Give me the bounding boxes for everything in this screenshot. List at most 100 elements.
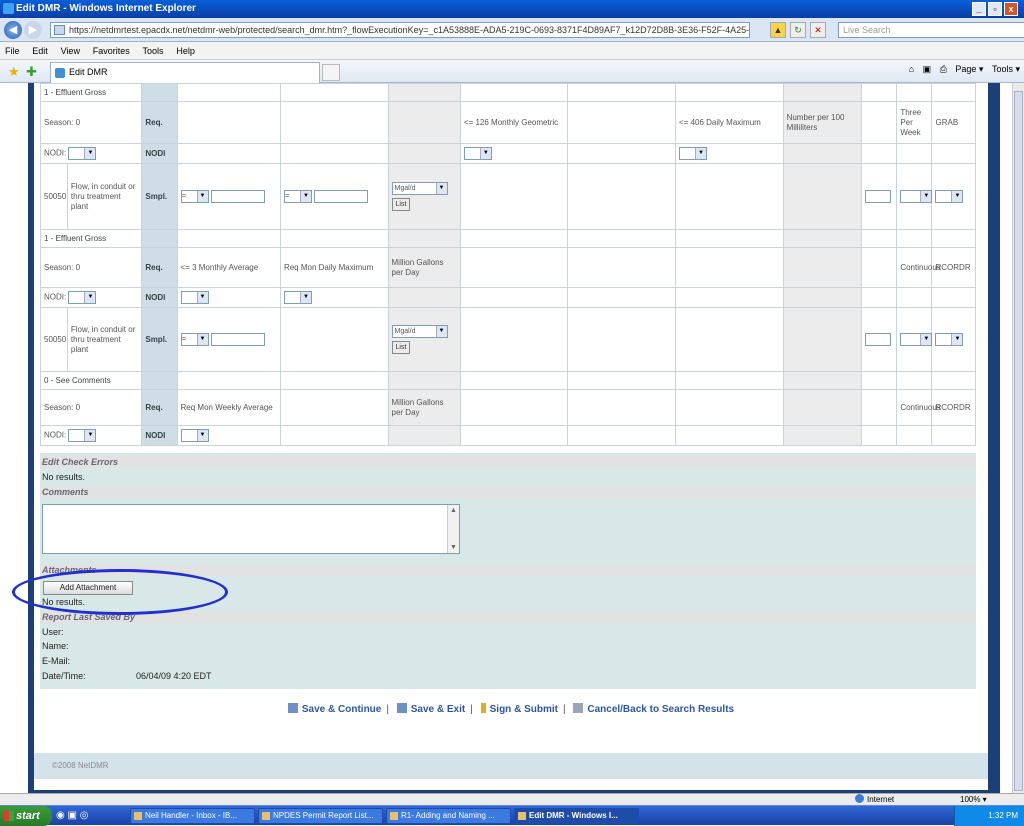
edit-check-errors-heading: Edit Check Errors bbox=[40, 456, 976, 468]
units-label: Number per 100 Milliliters bbox=[782, 101, 863, 144]
save-exit-link[interactable]: Save & Exit bbox=[411, 704, 465, 715]
nodi-req-label: NODI bbox=[141, 143, 178, 164]
menu-help[interactable]: Help bbox=[171, 42, 200, 60]
frequency-select[interactable]: ▼ bbox=[900, 190, 933, 203]
page-menu[interactable]: Page ▾ bbox=[955, 64, 983, 74]
sample-type-select[interactable]: ▼ bbox=[935, 333, 964, 346]
menu-edit[interactable]: Edit bbox=[27, 42, 53, 60]
home-icon[interactable]: ⌂ bbox=[909, 64, 914, 74]
table-row: NODI: ▼ NODI ▼ bbox=[39, 425, 976, 446]
tools-menu[interactable]: Tools ▾ bbox=[992, 64, 1020, 74]
nodi-req-label: NODI bbox=[141, 287, 178, 308]
favorites-bar: ★ ✚ Edit DMR ⌂ ▣ ⎙ Page ▾ Tools ▾ bbox=[0, 60, 1024, 83]
nodi-req-label: NODI bbox=[141, 425, 178, 446]
sample-type-label: RCORDR bbox=[931, 247, 976, 288]
req-label: Req. bbox=[141, 247, 178, 288]
task-r1[interactable]: R1- Adding and Naming ... bbox=[386, 808, 511, 824]
chevron-down-icon: ▼ bbox=[695, 148, 707, 159]
task-edit-dmr[interactable]: Edit DMR - Windows I... bbox=[514, 808, 639, 824]
value-input[interactable] bbox=[210, 190, 265, 203]
add-favorites-icon[interactable]: ✚ bbox=[26, 64, 37, 80]
page-scrollbar[interactable] bbox=[1012, 83, 1024, 793]
nodi-select[interactable]: ▼ bbox=[68, 429, 97, 442]
internet-zone: Internet bbox=[855, 794, 894, 805]
chevron-down-icon: ▼ bbox=[951, 191, 963, 202]
chevron-down-icon: ▼ bbox=[435, 183, 447, 194]
windows-flag-icon bbox=[4, 811, 14, 821]
list-button[interactable]: List bbox=[391, 341, 411, 354]
qualifier-select[interactable]: = ▼ bbox=[180, 333, 209, 346]
nodi-label: NODI: bbox=[44, 430, 67, 440]
limit-value: Req Mon Daily Maximum bbox=[279, 247, 389, 288]
print-icon[interactable]: ⎙ bbox=[940, 64, 947, 74]
exceedance-input[interactable] bbox=[865, 190, 892, 203]
taskbar: start ◉ ▣ ◎ Neil Handler - Inbox - IB...… bbox=[0, 805, 1024, 826]
favorites-star-icon[interactable]: ★ bbox=[8, 64, 20, 80]
frequency-select[interactable]: ▼ bbox=[900, 333, 933, 346]
unit-select[interactable]: Mgal/d ▼ bbox=[391, 325, 448, 338]
nodi-select[interactable]: ▼ bbox=[68, 291, 97, 304]
table-row: NODI: ▼ NODI ▼ ▼ bbox=[39, 143, 976, 164]
season-label: Season: 0 bbox=[39, 101, 143, 144]
close-button[interactable]: x bbox=[1004, 2, 1018, 16]
parameter-code: 50050 bbox=[40, 163, 68, 230]
zoom-level[interactable]: 100% ▾ bbox=[960, 794, 987, 805]
comments-textarea[interactable]: ▲ ▼ bbox=[42, 504, 460, 554]
qualifier-select[interactable]: = ▼ bbox=[283, 190, 312, 203]
textarea-scrollbar[interactable]: ▲ ▼ bbox=[447, 505, 459, 553]
cancel-back-link[interactable]: Cancel/Back to Search Results bbox=[587, 704, 734, 715]
chevron-down-icon: ▼ bbox=[196, 430, 208, 441]
unit-select[interactable]: Mgal/d ▼ bbox=[391, 182, 448, 195]
sample-type-label: RCORDR bbox=[931, 389, 976, 426]
sign-submit-link[interactable]: Sign & Submit bbox=[490, 704, 558, 715]
qualifier-select[interactable]: = ▼ bbox=[180, 190, 209, 203]
nodi-select[interactable]: ▼ bbox=[283, 291, 312, 304]
stop-icon[interactable]: ✕ bbox=[810, 22, 826, 38]
globe-icon bbox=[855, 794, 864, 803]
sample-type-select[interactable]: ▼ bbox=[935, 190, 964, 203]
table-row: Season: 0 Req. <= 126 Monthly Geometric … bbox=[39, 101, 976, 144]
nodi-select[interactable]: ▼ bbox=[463, 147, 492, 160]
name-label: Name: bbox=[42, 641, 69, 651]
table-row: Season: 0 Req. <= 3 Monthly Average Req … bbox=[39, 247, 976, 288]
feeds-icon[interactable]: ▣ bbox=[923, 64, 932, 74]
nodi-select[interactable]: ▼ bbox=[68, 147, 97, 160]
limit-value: Req Mon Weekly Average bbox=[176, 389, 281, 426]
menu-tools[interactable]: Tools bbox=[138, 42, 169, 60]
window-title-bar: Edit DMR - Windows Internet Explorer _ ▫… bbox=[0, 0, 1024, 18]
tab-edit-dmr[interactable]: Edit DMR bbox=[50, 62, 320, 83]
exceedance-input[interactable] bbox=[865, 333, 892, 346]
nodi-select[interactable]: ▼ bbox=[180, 291, 209, 304]
search-input[interactable]: Live Search bbox=[838, 22, 1024, 38]
value-input[interactable] bbox=[313, 190, 368, 203]
menu-favorites[interactable]: Favorites bbox=[88, 42, 135, 60]
quick-launch-icons[interactable]: ◉ ▣ ◎ bbox=[56, 810, 88, 821]
forward-button[interactable]: ▶ bbox=[24, 21, 42, 39]
address-input[interactable]: https://netdmrtest.epacdx.net/netdmr-web… bbox=[50, 22, 750, 38]
report-details-panel: Edit Check Errors No results. Comments ▲… bbox=[12, 453, 976, 689]
chevron-down-icon: ▼ bbox=[196, 191, 208, 202]
maximize-button[interactable]: ▫ bbox=[988, 2, 1002, 16]
lock-icon[interactable]: ▲ bbox=[770, 22, 786, 38]
task-inbox[interactable]: Neil Handler - Inbox - IB... bbox=[130, 808, 255, 824]
list-button[interactable]: List bbox=[391, 198, 411, 211]
value-input[interactable] bbox=[210, 333, 265, 346]
page-viewport: 1 - Effluent Gross Season: 0 Req. <= 126… bbox=[0, 83, 1012, 793]
refresh-icon[interactable]: ↻ bbox=[790, 22, 806, 38]
nodi-select[interactable]: ▼ bbox=[679, 147, 708, 160]
back-button[interactable]: ◀ bbox=[4, 21, 22, 39]
menu-view[interactable]: View bbox=[56, 42, 85, 60]
table-row: 0 - See Comments bbox=[39, 371, 976, 390]
nodi-select[interactable]: ▼ bbox=[180, 429, 209, 442]
menu-file[interactable]: File bbox=[0, 42, 25, 60]
save-continue-link[interactable]: Save & Continue bbox=[302, 704, 381, 715]
frequency-label: Continuous bbox=[896, 389, 941, 426]
email-label: E-Mail: bbox=[42, 656, 71, 666]
scroll-down-icon: ▼ bbox=[450, 544, 457, 551]
task-npdes[interactable]: NPDES Permit Report List... bbox=[258, 808, 383, 824]
start-button[interactable]: start bbox=[0, 806, 52, 826]
scrollbar-thumb[interactable] bbox=[1014, 91, 1023, 791]
nodi-label: NODI: bbox=[44, 148, 67, 158]
minimize-button[interactable]: _ bbox=[972, 2, 986, 16]
new-tab-button[interactable] bbox=[322, 64, 340, 81]
